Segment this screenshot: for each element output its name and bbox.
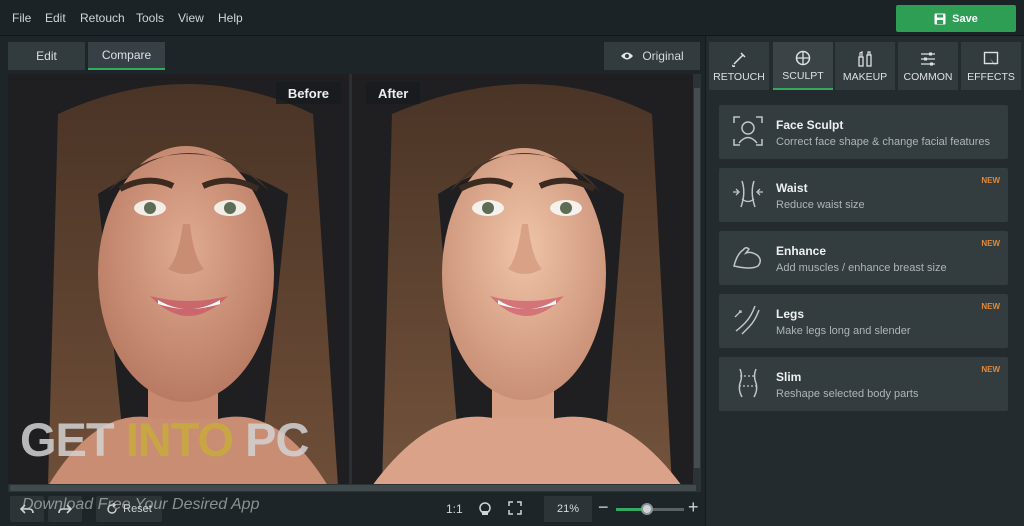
tab-retouch[interactable]: RETOUCH — [709, 42, 769, 90]
menu-view[interactable]: View — [178, 11, 204, 25]
before-label: Before — [275, 82, 341, 104]
tab-common[interactable]: COMMON — [898, 42, 958, 90]
tool-title: Face Sculpt — [776, 118, 844, 132]
tool-card-face-sculpt[interactable]: Face Sculpt Correct face shape & change … — [719, 105, 1008, 159]
edit-view-button[interactable]: Edit — [8, 42, 85, 70]
tool-description: Correct face shape & change facial featu… — [776, 136, 991, 148]
brush-icon — [732, 51, 746, 67]
waist-icon — [733, 180, 763, 208]
tool-title: Legs — [776, 307, 805, 321]
new-badge: NEW — [981, 365, 1000, 374]
legs-icon — [734, 305, 760, 335]
new-badge: NEW — [981, 302, 1000, 311]
sculpt-icon — [795, 50, 811, 65]
zoom-slider[interactable] — [616, 503, 684, 515]
after-photo: After — [352, 74, 696, 486]
horizontal-scrollbar[interactable] — [8, 484, 701, 492]
zoom-slider-knob[interactable] — [640, 503, 653, 515]
compare-view-button[interactable]: Compare — [88, 42, 165, 70]
menu-bar: File Edit Retouch Tools View Help Save — [0, 0, 1024, 36]
menu-file[interactable]: File — [12, 11, 31, 25]
tab-makeup-label: MAKEUP — [842, 70, 888, 83]
tab-effects[interactable]: EFFECTS — [961, 42, 1021, 90]
zoom-level[interactable]: 21% — [544, 496, 592, 522]
watermark-text: GET INTO PC — [20, 412, 309, 467]
eye-icon — [621, 52, 634, 60]
horizontal-scroll-thumb[interactable] — [10, 485, 696, 491]
sliders-icon — [921, 52, 935, 65]
save-button[interactable]: Save — [896, 5, 1016, 32]
tab-sculpt-label: SCULPT — [782, 69, 824, 82]
fullscreen-icon[interactable] — [508, 501, 522, 515]
zoom-in-button[interactable]: + — [688, 497, 699, 518]
tool-description: Reduce waist size — [776, 199, 865, 211]
menu-retouch[interactable]: Retouch — [80, 11, 125, 25]
menu-help[interactable]: Help — [218, 11, 243, 25]
vertical-scroll-thumb[interactable] — [694, 88, 700, 468]
tab-effects-label: EFFECTS — [967, 70, 1015, 83]
original-label: Original — [642, 49, 684, 63]
slim-body-icon — [738, 368, 758, 398]
tool-title: Enhance — [776, 244, 827, 258]
tool-title: Waist — [776, 181, 808, 195]
tool-description: Reshape selected body parts — [776, 388, 919, 400]
fit-face-icon[interactable] — [478, 502, 492, 516]
tab-common-label: COMMON — [903, 70, 953, 83]
tool-card-waist[interactable]: Waist Reduce waist size NEW — [719, 168, 1008, 222]
watermark-get: GET — [20, 413, 126, 466]
tab-sculpt[interactable]: SCULPT — [773, 42, 833, 90]
menu-tools[interactable]: Tools — [136, 11, 164, 25]
edit-view-label: Edit — [36, 49, 57, 63]
zoom-out-button[interactable]: − — [598, 497, 609, 518]
vertical-scrollbar[interactable] — [693, 74, 701, 486]
tool-card-legs[interactable]: Legs Make legs long and slender NEW — [719, 294, 1008, 348]
after-label: After — [366, 82, 421, 104]
face-sculpt-icon — [733, 116, 763, 146]
tab-makeup[interactable]: MAKEUP — [835, 42, 895, 90]
watermark-pc: PC — [233, 413, 309, 466]
tool-card-enhance[interactable]: Enhance Add muscles / enhance breast siz… — [719, 231, 1008, 285]
original-button[interactable]: Original — [604, 42, 700, 70]
watermark-into: INTO — [125, 413, 234, 466]
tool-description: Make legs long and slender — [776, 325, 911, 337]
muscle-arm-icon — [733, 246, 761, 269]
save-label: Save — [952, 12, 978, 25]
tab-retouch-label: RETOUCH — [713, 70, 765, 83]
tools-panel: RETOUCH SCULPT MAKEUP COMMON EFFECTS Fac… — [705, 36, 1024, 526]
effects-icon — [983, 51, 999, 66]
new-badge: NEW — [981, 176, 1000, 185]
new-badge: NEW — [981, 239, 1000, 248]
menu-edit[interactable]: Edit — [45, 11, 66, 25]
makeup-icon — [858, 50, 872, 67]
tool-description: Add muscles / enhance breast size — [776, 262, 947, 274]
one-to-one-button[interactable]: 1:1 — [446, 502, 463, 516]
tool-title: Slim — [776, 370, 802, 384]
after-portrait-image — [352, 74, 696, 486]
tool-card-slim[interactable]: Slim Reshape selected body parts NEW — [719, 357, 1008, 411]
watermark-subtitle: Download Free Your Desired App — [22, 496, 260, 513]
compare-view-label: Compare — [101, 48, 152, 62]
floppy-disk-icon — [934, 13, 946, 24]
